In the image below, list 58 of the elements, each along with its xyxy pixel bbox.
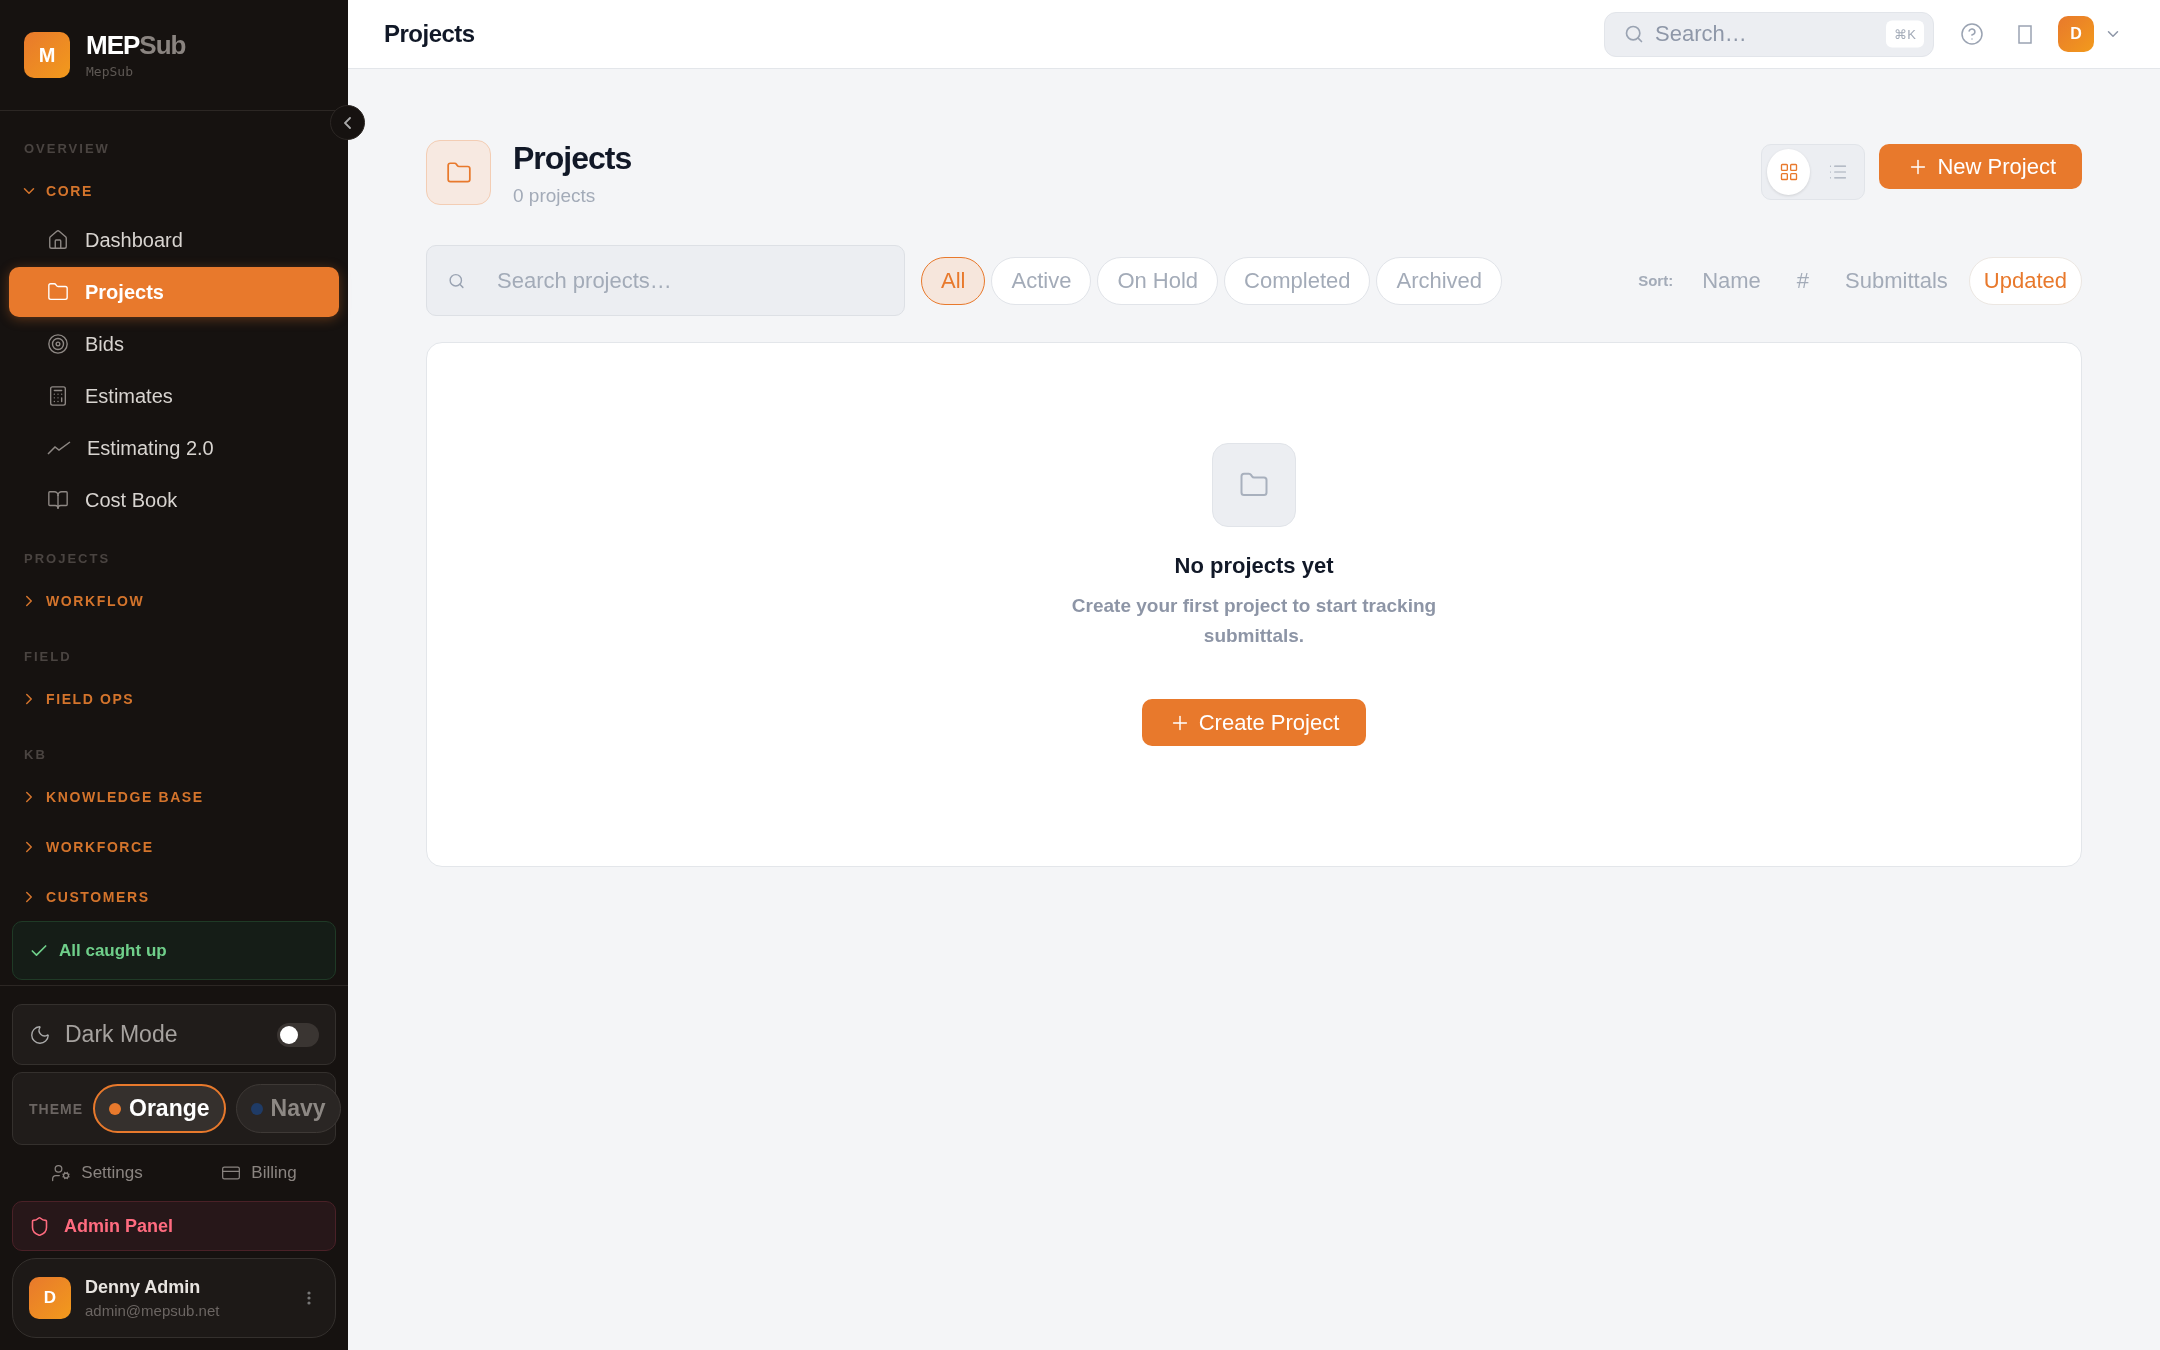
help-icon bbox=[1960, 22, 1984, 46]
project-search-field[interactable]: Search projects… bbox=[426, 245, 905, 316]
collapse-button[interactable] bbox=[330, 105, 365, 140]
line-chart-icon bbox=[47, 441, 71, 455]
sort-option[interactable]: Updated bbox=[1968, 256, 2082, 305]
user-card[interactable]: D Denny Admin admin@mepsub.net bbox=[12, 1258, 336, 1338]
dark-mode-label: Dark Mode bbox=[65, 1021, 179, 1048]
nav-group[interactable]: WORKFORCE bbox=[0, 825, 348, 869]
shortcut-hint: ⌘K bbox=[1886, 20, 1924, 48]
folder-icon bbox=[445, 159, 472, 186]
status-text: All caught up bbox=[59, 940, 167, 961]
page-header-title: Projects bbox=[384, 20, 476, 48]
brand-name: MEPSub bbox=[86, 31, 186, 58]
house-icon bbox=[47, 229, 69, 251]
nav-item[interactable]: Estimating 2.0 bbox=[9, 423, 339, 473]
new-project-button[interactable]: New Project bbox=[1879, 144, 2082, 189]
dark-mode-toggle[interactable] bbox=[277, 1022, 319, 1047]
empty-title: No projects yet bbox=[1174, 553, 1334, 579]
sort-label: Sort: bbox=[1638, 272, 1674, 289]
sidebar-link[interactable]: Settings bbox=[45, 1162, 149, 1184]
theme-option[interactable]: Orange bbox=[93, 1084, 226, 1133]
target-icon bbox=[47, 333, 69, 355]
grid-view-button[interactable] bbox=[1767, 149, 1811, 195]
nav-group[interactable]: CUSTOMERS bbox=[0, 875, 348, 919]
admin-panel-button[interactable]: Admin Panel bbox=[12, 1201, 336, 1251]
sidebar-link[interactable]: Billing bbox=[215, 1162, 303, 1184]
book-icon bbox=[47, 489, 69, 511]
folder-icon bbox=[47, 281, 69, 303]
user-name: Denny Admin bbox=[85, 1277, 202, 1298]
grid-icon bbox=[1778, 162, 1799, 182]
theme-label: THEME bbox=[29, 1100, 83, 1117]
nav-item[interactable]: Estimates bbox=[9, 371, 339, 421]
brand-subtitle: MepSub bbox=[86, 63, 134, 79]
page-icon bbox=[2018, 24, 2032, 44]
more-icon bbox=[307, 1291, 311, 1305]
nav-group[interactable]: FIELD OPS bbox=[0, 677, 348, 721]
nav-item[interactable]: Dashboard bbox=[9, 215, 339, 265]
user-email: admin@mepsub.net bbox=[85, 1302, 221, 1319]
calculator-icon bbox=[47, 385, 69, 407]
moon-icon bbox=[29, 1023, 51, 1046]
shield-icon bbox=[29, 1215, 50, 1237]
user-avatar: D bbox=[29, 1277, 71, 1319]
empty-message: Create your first project to start tracking submittals. bbox=[1070, 594, 1438, 648]
chevron-left-icon bbox=[344, 116, 351, 129]
create-project-button[interactable]: Create Project bbox=[1141, 699, 1367, 746]
nav-group[interactable]: WORKFLOW bbox=[0, 579, 348, 623]
project-count: 0 projects bbox=[513, 185, 597, 207]
page-title: Projects bbox=[513, 140, 633, 177]
nav-group[interactable]: KNOWLEDGE BASE bbox=[0, 775, 348, 819]
logo: M bbox=[24, 32, 70, 78]
user-gear-icon bbox=[51, 1163, 72, 1183]
nav-item[interactable]: Cost Book bbox=[9, 475, 339, 525]
nav-item[interactable]: Bids bbox=[9, 319, 339, 369]
nav-group[interactable]: CORE bbox=[0, 169, 348, 213]
nav-item[interactable]: Projects bbox=[9, 267, 339, 317]
search-icon bbox=[448, 272, 465, 289]
search-icon bbox=[1624, 24, 1644, 44]
theme-option[interactable]: Navy bbox=[235, 1084, 341, 1133]
